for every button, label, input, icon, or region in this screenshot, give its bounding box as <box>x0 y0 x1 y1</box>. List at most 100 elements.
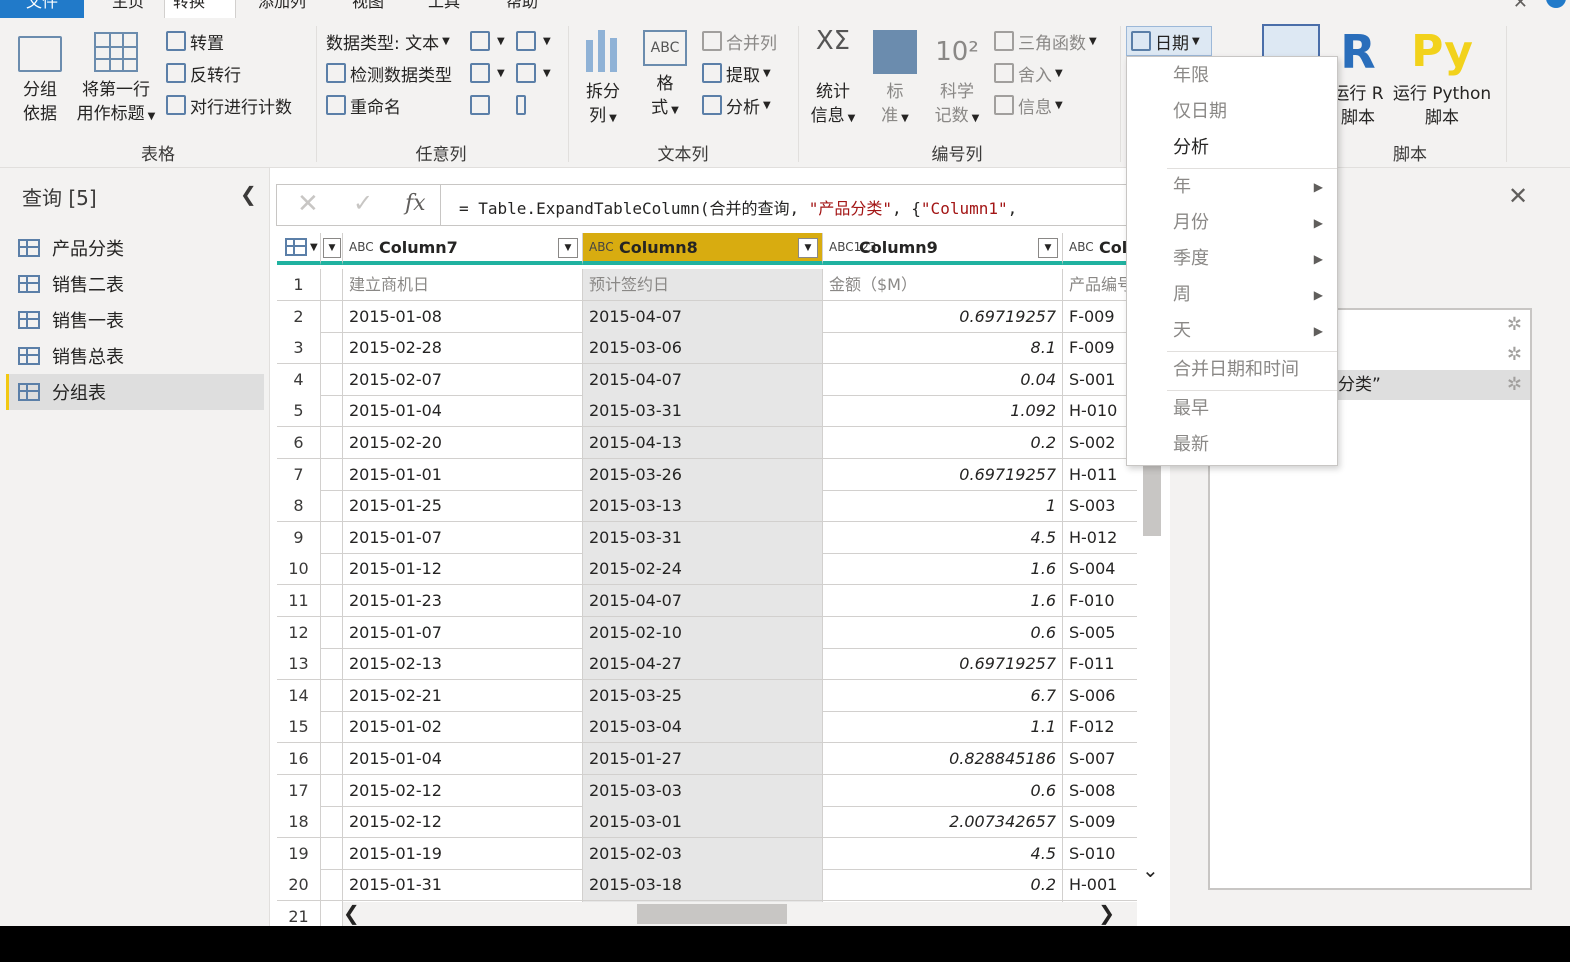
query-item[interactable]: 销售总表 <box>6 338 264 374</box>
fx-icon[interactable]: fx <box>405 191 426 216</box>
table-cell[interactable]: 2015-04-07 <box>583 363 823 395</box>
column-header-column7[interactable]: ABC Column7 ▼ <box>343 233 583 265</box>
menu-item-year[interactable]: 年 ▶ <box>1127 170 1337 204</box>
table-cell[interactable]: 2015-03-01 <box>583 806 823 838</box>
table-cell[interactable]: 2015-02-12 <box>343 774 583 806</box>
formula-input[interactable]: = Table.ExpandTableColumn(合并的查询, "产品分类",… <box>459 195 1017 219</box>
table-cell[interactable]: 2015-03-18 <box>583 869 823 901</box>
table-cell[interactable]: S-003 <box>1063 490 1137 521</box>
table-cell[interactable]: S-008 <box>1063 775 1137 806</box>
format-button[interactable]: ABC 格 式 ▼ <box>638 30 692 123</box>
table-cell[interactable]: 2015-03-03 <box>583 774 823 806</box>
tab-add-column[interactable]: 添加列 <box>250 0 314 18</box>
table-row[interactable]: 8 2015-01-25 2015-03-13 1 S-003 <box>277 490 1137 523</box>
menu-item-month[interactable]: 月份 ▶ <box>1127 206 1337 240</box>
table-cell[interactable]: 2015-01-23 <box>343 585 583 616</box>
menu-item-date-only[interactable]: 仅日期 <box>1127 95 1337 129</box>
table-cell[interactable]: 预计签约日 <box>583 269 823 300</box>
fill-button[interactable]: ▼ <box>516 28 551 54</box>
table-row[interactable]: 19 2015-01-19 2015-02-03 4.5 S-010 <box>277 837 1137 870</box>
table-row[interactable]: 2 2015-01-08 2015-04-07 0.69719257 F-009 <box>277 300 1137 333</box>
query-item-selected[interactable]: 分组表 <box>6 374 264 410</box>
date-dropdown-button[interactable]: 日期 ▼ <box>1126 26 1212 56</box>
tab-tools[interactable]: 工具 <box>420 0 468 18</box>
table-cell[interactable]: 0.828845186 <box>823 743 1063 774</box>
table-cell[interactable]: S-007 <box>1063 743 1137 774</box>
table-cell[interactable]: 2015-01-08 <box>343 300 583 332</box>
menu-item-combine-date-time[interactable]: 合并日期和时间 <box>1127 353 1337 387</box>
table-cell[interactable]: 0.69719257 <box>823 648 1063 680</box>
table-cell[interactable]: 2015-01-07 <box>343 616 583 648</box>
table-cell[interactable]: H-001 <box>1063 869 1137 900</box>
query-item[interactable]: 产品分类 <box>6 230 264 266</box>
vertical-scroll-thumb[interactable] <box>1143 460 1161 536</box>
fill-down-button[interactable]: ▼ <box>470 60 505 86</box>
table-cell[interactable]: 2015-02-10 <box>583 616 823 648</box>
table-cell[interactable]: 1 <box>823 490 1063 522</box>
text-type-icon[interactable]: ABC <box>589 241 614 253</box>
any-type-icon[interactable]: ABC123 <box>829 241 877 253</box>
table-cell[interactable]: 6.7 <box>823 679 1063 711</box>
standard-button[interactable]: 标 准 ▼ <box>870 30 920 131</box>
table-cell[interactable]: S-005 <box>1063 617 1137 648</box>
table-cell[interactable]: 2015-02-21 <box>343 679 583 711</box>
table-cell[interactable]: 2015-02-13 <box>343 648 583 680</box>
menu-item-week[interactable]: 周 ▶ <box>1127 278 1337 312</box>
menu-item-age[interactable]: 年限 <box>1127 59 1337 93</box>
table-cell[interactable]: 2015-01-31 <box>343 869 583 901</box>
collapse-pane-icon[interactable]: ❮ <box>240 182 257 206</box>
column-dropdown-stub[interactable]: ▼ <box>321 233 343 265</box>
table-cell[interactable]: F-010 <box>1063 585 1137 616</box>
table-row[interactable]: 14 2015-02-21 2015-03-25 6.7 S-006 <box>277 679 1137 712</box>
table-row[interactable]: 16 2015-01-04 2015-01-27 0.828845186 S-007 <box>277 743 1137 775</box>
table-row[interactable]: 13 2015-02-13 2015-04-27 0.69719257 F-011 <box>277 648 1137 681</box>
table-cell[interactable]: 4.5 <box>823 521 1063 553</box>
table-cell[interactable]: 2015-03-06 <box>583 332 823 364</box>
information-button[interactable]: 信息 ▼ <box>994 92 1063 118</box>
table-row[interactable]: 3 2015-02-28 2015-03-06 8.1 F-009 <box>277 332 1137 365</box>
chevron-down-icon[interactable]: ▼ <box>798 238 818 258</box>
table-menu-button[interactable]: ▼ <box>277 233 321 265</box>
tab-view[interactable]: 视图 <box>344 0 392 18</box>
table-cell[interactable]: 0.2 <box>823 427 1063 458</box>
gear-icon[interactable]: ✲ <box>1507 370 1522 400</box>
table-cell[interactable]: 0.6 <box>823 616 1063 648</box>
table-cell[interactable]: 0.04 <box>823 363 1063 395</box>
trigonometry-button[interactable]: 三角函数 ▼ <box>994 28 1097 54</box>
table-cell[interactable]: 2015-02-03 <box>583 837 823 869</box>
transpose-button[interactable]: 转置 <box>166 28 224 54</box>
table-cell[interactable]: 2015-04-07 <box>583 585 823 616</box>
cancel-icon[interactable]: ✕ <box>297 189 319 219</box>
scroll-down-icon[interactable]: ⌄ <box>1142 858 1159 882</box>
column-header-column8[interactable]: ABC Column8 ▼ <box>583 233 823 265</box>
menu-item-day[interactable]: 天 ▶ <box>1127 314 1337 348</box>
table-cell[interactable]: 金额（$M） <box>823 269 1063 300</box>
table-row[interactable]: 6 2015-02-20 2015-04-13 0.2 S-002 <box>277 427 1137 459</box>
table-row[interactable]: 20 2015-01-31 2015-03-18 0.2 H-001 <box>277 869 1137 902</box>
table-cell[interactable]: 2015-03-04 <box>583 711 823 743</box>
table-cell[interactable]: 2015-04-07 <box>583 300 823 332</box>
table-cell[interactable]: 2015-01-19 <box>343 837 583 869</box>
extract-button[interactable]: 提取 ▼ <box>702 60 771 86</box>
table-cell[interactable]: 2015-03-13 <box>583 490 823 522</box>
table-cell[interactable]: F-012 <box>1063 711 1137 742</box>
table-row[interactable]: 9 2015-01-07 2015-03-31 4.5 H-012 <box>277 521 1137 554</box>
tab-home[interactable]: 主页 <box>104 0 152 18</box>
table-row[interactable]: 4 2015-02-07 2015-04-07 0.04 S-001 <box>277 363 1137 396</box>
count-rows-button[interactable]: 对行进行计数 <box>166 92 292 118</box>
horizontal-scroll-thumb[interactable] <box>637 904 787 924</box>
menu-item-parse[interactable]: 分析 <box>1127 131 1337 165</box>
move-button[interactable] <box>470 92 494 118</box>
table-row[interactable]: 10 2015-01-12 2015-02-24 1.6 S-004 <box>277 553 1137 586</box>
pivot-column-button[interactable]: ▼ <box>516 60 551 86</box>
group-by-button[interactable]: 分组 依据 <box>14 36 66 126</box>
table-cell[interactable]: S-010 <box>1063 838 1137 869</box>
table-cell[interactable]: 1.092 <box>823 395 1063 427</box>
table-cell[interactable]: 8.1 <box>823 332 1063 364</box>
table-cell[interactable]: 1.1 <box>823 711 1063 743</box>
chevron-down-icon[interactable]: ▼ <box>323 238 341 258</box>
query-item[interactable]: 销售一表 <box>6 302 264 338</box>
menu-item-quarter[interactable]: 季度 ▶ <box>1127 242 1337 276</box>
tab-transform[interactable]: 转换 <box>164 0 236 18</box>
scientific-button[interactable]: 10² 科学 记数 ▼ <box>928 30 986 131</box>
